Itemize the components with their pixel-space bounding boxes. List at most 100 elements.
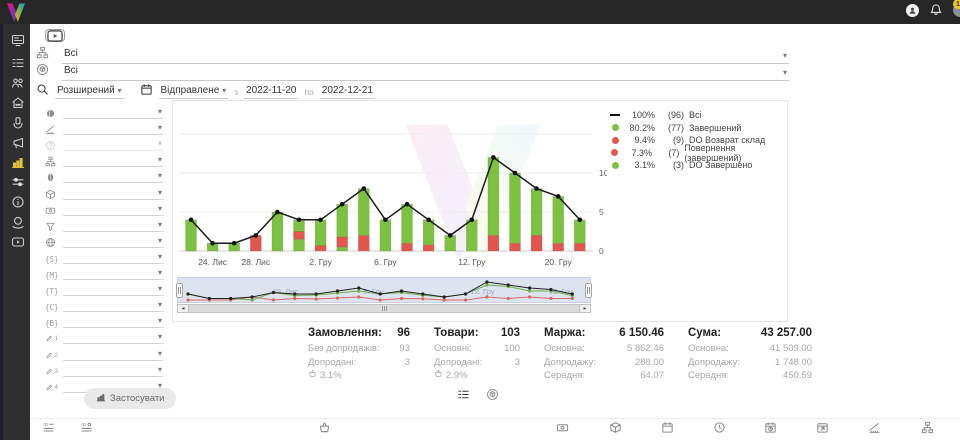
filter-token-b-select[interactable]: ▾: [63, 315, 163, 328]
toolbar-id-badge-button[interactable]: ID: [40, 422, 56, 438]
filter-custom-2-select[interactable]: ▾: [63, 348, 163, 361]
navigator-left-handle[interactable]: [176, 283, 183, 298]
filter-package-select[interactable]: ▾: [63, 187, 163, 200]
filter-token-s-select[interactable]: ▾: [63, 251, 163, 264]
funnel-icon: [45, 221, 58, 232]
toolbar-clock-button[interactable]: [711, 422, 727, 438]
legend-item[interactable]: 80.2%(77)Завершений: [609, 122, 787, 135]
toolbar-id-o-badge-button[interactable]: ID: [78, 422, 94, 438]
bar-segment: [272, 212, 283, 251]
scroll-right-arrow-icon[interactable]: ▸: [579, 305, 590, 312]
x-axis-tick: 6. Гру: [374, 257, 397, 267]
bar-segment: [488, 235, 499, 251]
toolbar-calendar-button[interactable]: [659, 422, 675, 438]
filter-token-m-select[interactable]: ▾: [63, 267, 163, 280]
toolbar-hierarchy-button[interactable]: [919, 422, 935, 438]
calendar-export-icon: [816, 421, 829, 439]
toolbar-calendar-export-button[interactable]: [814, 422, 830, 438]
token-icon: {C}: [45, 303, 59, 312]
sidebar-item-tutorials[interactable]: [3, 235, 33, 253]
stat-column: Замовлення:96Без допродажів:93Допродані:…: [308, 327, 410, 383]
statuses-select-value: Всі: [64, 48, 78, 59]
y-axis-tick: 5: [599, 207, 604, 217]
navigator-point: [485, 283, 488, 286]
sidebar-item-info[interactable]: [3, 195, 33, 213]
toolbar-banknote-button[interactable]: [554, 422, 570, 438]
filter-fingerprint-select[interactable]: ▾: [63, 170, 163, 183]
filter-structure-select[interactable]: ▾: [63, 154, 163, 167]
chart-navigator[interactable]: 28. Лис5. Гру12. Гру18. Гру: [177, 277, 591, 303]
line-point: [340, 202, 345, 207]
filter-level-row: ▾: [45, 120, 163, 135]
products-select[interactable]: Всі ▾: [62, 65, 789, 81]
filter-token-t-select[interactable]: ▾: [63, 283, 163, 296]
sidebar-item-marketing[interactable]: [3, 136, 33, 154]
search-icon[interactable]: [36, 83, 49, 99]
chevron-down-icon: ▾: [783, 69, 787, 77]
view-toggle-products-view[interactable]: [485, 389, 500, 404]
toolbar-calendar-clock-button[interactable]: [762, 422, 778, 438]
filter-payment-select[interactable]: ▾: [63, 203, 163, 216]
apply-button[interactable]: Застосувати: [84, 388, 176, 409]
search-mode-value: Розширений: [57, 85, 115, 96]
bar-segment: [466, 220, 477, 251]
bar-segment: [337, 204, 348, 237]
help-video-button[interactable]: [45, 29, 65, 42]
stat-value: 96: [397, 327, 410, 339]
app-logo-icon[interactable]: [4, 2, 28, 24]
sidebar-item-statistics[interactable]: [3, 155, 33, 173]
sidebar-item-orders[interactable]: [3, 56, 33, 74]
bar-segment: [358, 235, 369, 251]
scrollbar-thumb[interactable]: [189, 305, 579, 312]
toolbar-ruler-button[interactable]: [866, 422, 882, 438]
bar-segment: [294, 232, 305, 240]
line-point: [275, 210, 280, 215]
date-from-input[interactable]: 2022-11-20: [244, 85, 298, 99]
banknote-icon: [556, 421, 569, 439]
user-avatar-icon[interactable]: [906, 4, 919, 17]
sidebar-item-support[interactable]: [3, 215, 33, 233]
statuses-select[interactable]: Всі ▾: [62, 48, 789, 64]
navigator-point: [464, 292, 467, 295]
bar-segment: [553, 196, 564, 243]
search-mode-select[interactable]: Розширений ▾: [55, 85, 124, 99]
svg-text:ID: ID: [81, 422, 86, 427]
navigator-point: [229, 297, 232, 300]
filter-custom-3-select[interactable]: ▾: [63, 364, 163, 377]
line-point: [232, 241, 237, 246]
line-point: [318, 218, 323, 223]
toolbar-basket-button[interactable]: [316, 422, 332, 438]
x-axis-tick: 24. Лис: [198, 257, 228, 267]
filter-funnel-select[interactable]: ▾: [63, 219, 163, 232]
users-icon: [11, 76, 25, 95]
scroll-left-arrow-icon[interactable]: ◂: [178, 305, 189, 312]
filter-custom-1-select[interactable]: ▾: [63, 331, 163, 344]
filter-unknown-select[interactable]: ▾: [63, 138, 163, 151]
chevron-down-icon: ▾: [158, 237, 162, 245]
filter-globe-select[interactable]: ▾: [63, 235, 163, 248]
navigator-right-handle[interactable]: [585, 283, 592, 298]
filter-level-select[interactable]: ▾: [63, 122, 163, 135]
toolbar-package-button[interactable]: [607, 422, 623, 438]
globe-hands-icon: [11, 215, 25, 234]
chevron-down-icon: ▾: [158, 140, 162, 148]
x-axis-tick: 12. Гру: [458, 257, 486, 267]
sidebar-item-store[interactable]: [3, 96, 33, 114]
view-toggle-orders-view[interactable]: [456, 389, 471, 404]
sidebar-item-customers[interactable]: [3, 76, 33, 94]
sidebar-item-dashboard[interactable]: [3, 33, 33, 51]
sidebar-item-sales-hand[interactable]: [3, 116, 33, 134]
navigator-point: [443, 298, 446, 301]
sidebar-item-settings[interactable]: [3, 175, 33, 193]
filter-token-s-row: {S}▾: [45, 249, 163, 264]
filter-token-c-select[interactable]: ▾: [63, 299, 163, 312]
sliders-icon: [11, 175, 25, 194]
date-to-input[interactable]: 2022-12-21: [320, 85, 375, 99]
chart-scrollbar[interactable]: ◂ ▸: [177, 304, 591, 313]
bar-segment: [402, 204, 413, 243]
date-field-select[interactable]: Відправлене ▾: [159, 85, 229, 99]
legend-item[interactable]: 100%(96)Всі: [609, 109, 787, 122]
filter-sphere-select[interactable]: ▾: [63, 106, 163, 119]
legend-item[interactable]: 7.3%(7)Повернення (завершений): [609, 147, 787, 160]
notifications-bell-icon[interactable]: [929, 3, 943, 17]
